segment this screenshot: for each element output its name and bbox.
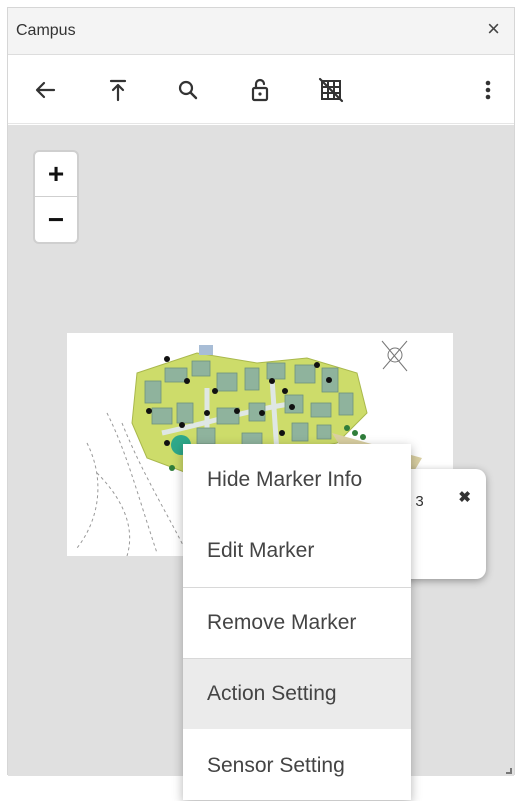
menu-item-action-setting[interactable]: Action Setting: [183, 658, 411, 729]
more-vertical-icon: [485, 80, 491, 100]
close-window-button[interactable]: ×: [487, 18, 500, 40]
grid-toggle-button[interactable]: [313, 72, 349, 108]
popup-close-button[interactable]: ✖: [458, 488, 471, 506]
context-menu: Hide Marker Info Edit Marker Remove Mark…: [183, 444, 411, 800]
unlocked-padlock-icon: [251, 78, 269, 102]
lock-button[interactable]: [242, 72, 278, 108]
more-options-button[interactable]: [470, 72, 506, 108]
menu-item-sensor-setting[interactable]: Sensor Setting: [183, 730, 411, 801]
back-button[interactable]: [28, 72, 64, 108]
scroll-top-button[interactable]: [100, 72, 136, 108]
resize-grip[interactable]: [506, 768, 512, 774]
grid-off-icon: [318, 77, 344, 103]
menu-item-edit-marker[interactable]: Edit Marker: [183, 515, 411, 586]
menu-item-hide-marker-info[interactable]: Hide Marker Info: [183, 444, 411, 515]
arrow-to-top-icon: [109, 79, 127, 102]
zoom-control: + −: [33, 150, 79, 244]
title-bar: Campus ×: [8, 8, 514, 55]
zoom-out-button[interactable]: −: [35, 197, 77, 242]
search-button[interactable]: [170, 72, 206, 108]
toolbar: [8, 56, 514, 124]
window-title: Campus: [16, 22, 76, 39]
menu-item-remove-marker[interactable]: Remove Marker: [183, 587, 411, 658]
arrow-left-icon: [35, 81, 56, 99]
search-icon: [178, 80, 198, 100]
zoom-in-button[interactable]: +: [35, 152, 77, 197]
